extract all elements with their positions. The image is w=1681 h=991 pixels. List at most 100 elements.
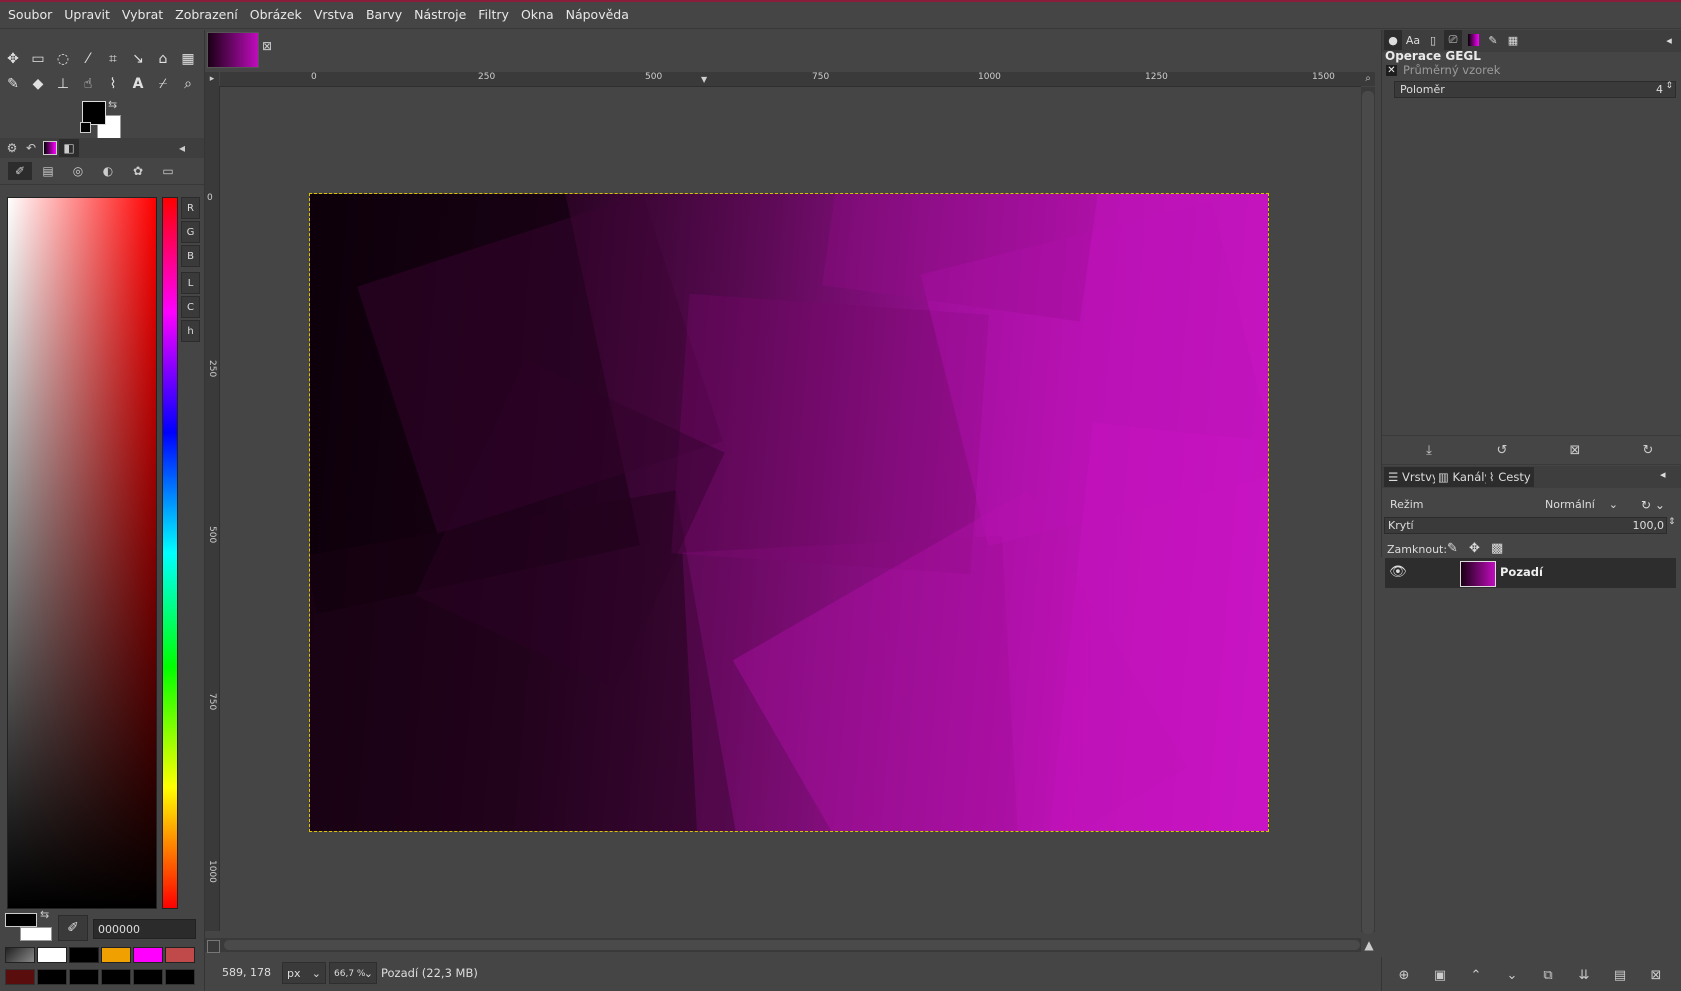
gegl-tab-icon[interactable]: ⎚ bbox=[1444, 30, 1462, 50]
mode-reset-select[interactable]: ↻ ⌄ bbox=[1641, 493, 1679, 517]
close-image-tab-icon[interactable]: ⊠ bbox=[262, 40, 274, 52]
new-group-icon[interactable]: ▣ bbox=[1429, 965, 1451, 985]
quick-mask-toggle-icon[interactable] bbox=[207, 940, 220, 953]
paint-dynamics-tab-icon[interactable]: ✎ bbox=[1484, 30, 1502, 50]
zoom-lens-icon[interactable]: ⌕ bbox=[1361, 72, 1375, 86]
menu-vybrat[interactable]: Vybrat bbox=[116, 2, 169, 28]
mode-select[interactable]: Normální ⌄ bbox=[1545, 493, 1620, 517]
dock-menu-icon[interactable]: ◂ bbox=[1660, 30, 1678, 50]
warp-icon[interactable]: ⌂ bbox=[151, 48, 175, 70]
image-tab-thumbnail[interactable] bbox=[207, 32, 259, 68]
history-color-10[interactable] bbox=[101, 969, 131, 985]
history-color-2[interactable] bbox=[37, 947, 67, 963]
save-preset-icon[interactable]: ⤓ bbox=[1418, 440, 1440, 460]
lock-alpha-icon[interactable]: ▩ bbox=[1491, 541, 1503, 556]
crop-icon[interactable]: ⌗ bbox=[101, 48, 125, 70]
gimp-selector-icon[interactable]: ✐ bbox=[8, 162, 32, 180]
opacity-spinner[interactable]: Krytí 100,0 bbox=[1384, 517, 1667, 534]
swap-colors-icon[interactable]: ⇆ bbox=[108, 98, 117, 111]
saturation-value-square[interactable] bbox=[7, 197, 157, 909]
history-color-7[interactable] bbox=[5, 969, 35, 985]
eyedropper-icon[interactable]: ✐ bbox=[58, 915, 88, 941]
lasso-icon[interactable]: ◌ bbox=[51, 48, 75, 70]
image-canvas[interactable] bbox=[309, 193, 1269, 832]
menu-filtry[interactable]: Filtry bbox=[472, 2, 515, 28]
small-bg-swatch[interactable] bbox=[20, 927, 52, 941]
fonts-tab-icon[interactable]: Aa bbox=[1404, 30, 1422, 50]
menu-upravit[interactable]: Upravit bbox=[58, 2, 116, 28]
small-fg-swatch[interactable] bbox=[5, 913, 37, 927]
fg-bg-colors-tab-icon[interactable]: ◧ bbox=[59, 139, 79, 157]
document-tab-icon[interactable]: ▯ bbox=[1424, 30, 1442, 50]
channel-b-button[interactable]: B bbox=[181, 245, 200, 267]
layer-name[interactable]: Pozadí bbox=[1500, 565, 1543, 579]
smudge-icon[interactable]: ☝ bbox=[76, 73, 100, 95]
small-swap-icon[interactable]: ⇆ bbox=[40, 908, 49, 921]
reset-icon[interactable]: ↻ bbox=[1637, 440, 1659, 460]
horizontal-scroll-thumb[interactable] bbox=[224, 940, 1360, 950]
menu-vrstva[interactable]: Vrstva bbox=[308, 2, 360, 28]
history-color-1[interactable] bbox=[5, 947, 35, 963]
cmyk-selector-icon[interactable]: ▤ bbox=[38, 162, 58, 180]
tool-options-tab-icon[interactable]: ⚙ bbox=[2, 139, 22, 157]
history-color-9[interactable] bbox=[69, 969, 99, 985]
raise-layer-icon[interactable]: ⌃ bbox=[1465, 965, 1487, 985]
clone-icon[interactable]: ⊥ bbox=[51, 73, 75, 95]
text-icon[interactable]: A bbox=[126, 73, 150, 95]
rect-select-icon[interactable]: ▭ bbox=[26, 48, 50, 70]
lower-layer-icon[interactable]: ⌄ bbox=[1501, 965, 1523, 985]
history-color-8[interactable] bbox=[37, 969, 67, 985]
restore-icon[interactable]: ↺ bbox=[1491, 440, 1513, 460]
history-color-12[interactable] bbox=[165, 969, 195, 985]
layer-mask-icon[interactable]: ▤ bbox=[1609, 965, 1631, 985]
transform-icon[interactable]: ↘ bbox=[126, 48, 150, 70]
unit-select[interactable]: px ⌄ bbox=[282, 962, 326, 984]
menu-okna[interactable]: Okna bbox=[515, 2, 560, 28]
gradients-tab-icon[interactable] bbox=[40, 139, 60, 157]
layers-menu-icon[interactable]: ◂ bbox=[1660, 468, 1666, 481]
zoom-icon[interactable]: ⌕ bbox=[176, 73, 200, 95]
delete-layer-icon[interactable]: ⊠ bbox=[1645, 965, 1667, 985]
fuzzy-select-icon[interactable]: ⁄ bbox=[76, 48, 100, 70]
reset-colors-icon[interactable] bbox=[80, 122, 91, 133]
move-icon[interactable]: ✥ bbox=[1, 48, 25, 70]
history-color-4[interactable] bbox=[101, 947, 131, 963]
lock-position-icon[interactable]: ✥ bbox=[1469, 541, 1480, 556]
watercolor-selector-icon[interactable]: ✿ bbox=[128, 162, 148, 180]
duplicate-layer-icon[interactable]: ⧉ bbox=[1537, 965, 1559, 985]
eye-icon[interactable]: 👁 bbox=[1389, 564, 1407, 580]
radius-spinner[interactable]: Poloměr 4 ⇕ bbox=[1394, 81, 1676, 98]
wheel-selector-icon[interactable]: ◎ bbox=[68, 162, 88, 180]
hue-strip[interactable] bbox=[162, 197, 178, 909]
new-layer-icon[interactable]: ⊕ bbox=[1393, 965, 1415, 985]
scales-selector-icon[interactable]: ▭ bbox=[158, 162, 178, 180]
history-color-5[interactable] bbox=[133, 947, 163, 963]
patterns-tab-icon[interactable]: ▦ bbox=[1504, 30, 1522, 50]
brushes-tab-icon[interactable]: ● bbox=[1384, 30, 1402, 50]
delete-preset-icon[interactable]: ⊠ bbox=[1564, 440, 1586, 460]
menu-napoveda[interactable]: Nápověda bbox=[560, 2, 635, 28]
menu-soubor[interactable]: Soubor bbox=[0, 2, 58, 28]
history-color-11[interactable] bbox=[133, 969, 163, 985]
gradient-tab-icon[interactable] bbox=[1464, 30, 1482, 50]
navigate-icon[interactable]: ▲ bbox=[1362, 938, 1376, 952]
channel-c-button[interactable]: C bbox=[181, 296, 200, 318]
undo-history-tab-icon[interactable]: ↶ bbox=[21, 139, 41, 157]
channel-g-button[interactable]: G bbox=[181, 221, 200, 243]
eraser-icon[interactable]: ◆ bbox=[26, 73, 50, 95]
menu-barvy[interactable]: Barvy bbox=[360, 2, 408, 28]
color-picker-icon[interactable]: ⌿ bbox=[151, 73, 175, 95]
tab-layers[interactable]: ☰ Vrstvy bbox=[1384, 467, 1443, 487]
paintbrush-icon[interactable]: ✎ bbox=[1, 73, 25, 95]
channel-r-button[interactable]: R bbox=[181, 197, 200, 219]
paths-icon[interactable]: ⌇ bbox=[101, 73, 125, 95]
tab-paths[interactable]: ⌇ Cesty bbox=[1486, 467, 1534, 487]
channel-l-button[interactable]: L bbox=[181, 272, 200, 294]
zoom-select[interactable]: 66,7 % ⌄ bbox=[329, 962, 377, 984]
ruler-corner-icon[interactable]: ▸ bbox=[205, 72, 219, 86]
hex-color-input[interactable]: 000000 bbox=[93, 919, 196, 939]
merge-down-icon[interactable]: ⇊ bbox=[1573, 965, 1595, 985]
menu-nastroje[interactable]: Nástroje bbox=[408, 2, 472, 28]
history-color-6[interactable] bbox=[165, 947, 195, 963]
menu-obrazek[interactable]: Obrázek bbox=[244, 2, 308, 28]
